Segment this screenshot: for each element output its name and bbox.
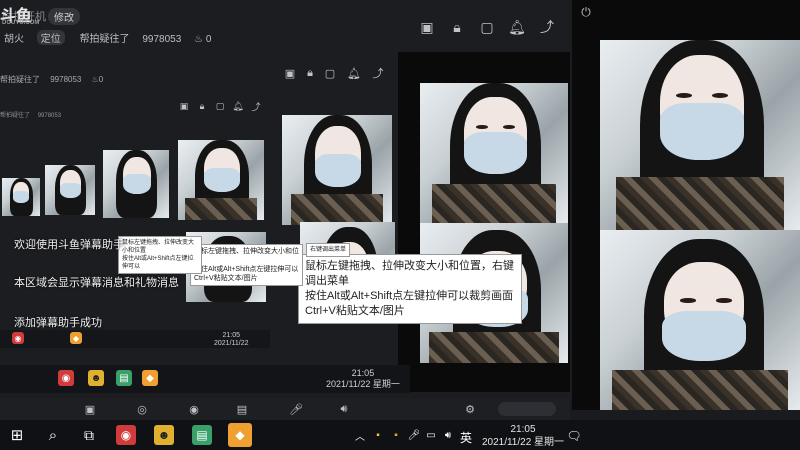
windows-start-icon[interactable]: ⊞ — [8, 426, 26, 444]
netease-music-icon[interactable]: ◉ — [12, 332, 24, 344]
camera-photo-bottom — [600, 230, 800, 410]
volume-icon[interactable]: 🔊︎ — [442, 428, 454, 442]
help-tooltip-nested: 鼠标左键拖拽、拉伸改变大小和位置 按住Alt或Alt+Shift点左键拉伸可以 … — [190, 244, 303, 286]
app-icon[interactable]: ◆ — [70, 332, 82, 344]
camera-photo-nested-5 — [2, 178, 40, 216]
camera-photo-nested-2 — [178, 140, 264, 220]
app-icon[interactable]: ☻ — [88, 370, 104, 386]
camera-icon[interactable]: ◉ — [186, 402, 202, 416]
douyu-taskbar-icon[interactable]: ◆ — [228, 423, 252, 447]
bell-icon[interactable]: 🔔︎ — [347, 66, 361, 80]
search-icon[interactable]: ⌕ — [44, 426, 62, 444]
camera-photo-nested-4 — [45, 165, 95, 215]
help-tooltip-header: 右键调出菜单 — [306, 243, 351, 257]
likes-icon: ♨ — [194, 34, 204, 45]
microphone-icon[interactable]: 🎤︎ — [408, 428, 421, 442]
app-icon[interactable]: ▤ — [116, 370, 132, 386]
danmu-area-info: 本区域会显示弹幕消息和礼物消息 — [14, 277, 179, 289]
volume-icon[interactable]: 🔊︎ — [336, 402, 352, 416]
task-view-icon[interactable]: ⧉ — [80, 426, 98, 444]
netease-music-icon[interactable]: ◉ — [116, 425, 136, 445]
danmu-added: 添加弹幕助手成功 — [14, 317, 102, 329]
help-tooltip: 鼠标左键拖拽、拉伸改变大小和位置，右键调出菜单 按住Alt或Alt+Shift点… — [298, 254, 522, 324]
network-icon[interactable]: ▭ — [425, 428, 437, 442]
settings-icon[interactable]: ⚙ — [462, 402, 478, 416]
netease-music-icon[interactable]: ◉ — [58, 370, 74, 386]
app-icon[interactable]: ▤ — [192, 425, 212, 445]
lock-icon[interactable]: 🔒︎ — [303, 66, 317, 80]
header-row3: 帮拍疑往了 9978053 ♨0 — [0, 75, 104, 84]
help-tooltip-nested-2: 鼠标左键拖拽、拉伸改变大小和位置 按住Alt或Alt+Shift点左键拉伸可以 — [118, 236, 202, 274]
camera-photo-mid-top — [420, 83, 568, 223]
clock-date: 2021/11/22 星期一 — [481, 437, 565, 448]
window-icon[interactable]: ▢ — [323, 66, 337, 80]
tray-app-icon[interactable]: ▪ — [372, 428, 384, 442]
gift-icon[interactable]: ▣ — [418, 18, 436, 36]
app-icon[interactable]: ☻ — [154, 425, 174, 445]
microphone-icon[interactable]: 🎤︎ — [288, 402, 304, 416]
gift-icon[interactable]: ▣ — [283, 66, 297, 80]
window-icon[interactable]: ▢ — [214, 100, 226, 112]
tray-app-icon[interactable]: ▪ — [390, 428, 402, 442]
screen-icon[interactable]: ▤ — [234, 402, 250, 416]
notification-icon[interactable]: 🗨︎ — [566, 428, 582, 444]
camera-photo-nested-3 — [103, 150, 169, 218]
camera-photo-top — [600, 40, 800, 230]
header-row4: 帮拍疑往了 9978053 — [0, 113, 62, 119]
app-icon[interactable]: ◆ — [142, 370, 158, 386]
lock-icon[interactable]: 🔒︎ — [448, 18, 466, 36]
input-method-indicator[interactable]: 英 — [460, 429, 472, 446]
clock-time: 21:05 — [510, 424, 536, 435]
location-badge[interactable]: 定位 — [36, 30, 65, 45]
edit-button[interactable]: 修改 — [48, 8, 80, 25]
share-icon[interactable]: ⤴ — [250, 100, 262, 112]
taskbar-clock[interactable]: 21:05 2021/11/22 星期一 — [478, 423, 568, 449]
bell-icon[interactable]: 🔔︎ — [232, 100, 244, 112]
tray-chevron-icon[interactable]: ︿ — [354, 428, 366, 443]
power-icon[interactable]: ⏻ — [578, 4, 594, 20]
share-icon[interactable]: ⤴ — [538, 18, 556, 36]
gift-icon[interactable]: ▣ — [178, 100, 190, 112]
start-live-button[interactable] — [498, 402, 556, 416]
app-icon[interactable]: ▣ — [82, 402, 98, 416]
mid-clock: 21:05 2021/11/22 星期一 — [326, 368, 400, 389]
title-fragment: 时拍开机 — [2, 11, 46, 23]
record-icon[interactable]: ◎ — [134, 402, 150, 416]
window-icon[interactable]: ▢ — [478, 18, 496, 36]
share-icon[interactable]: ⤴ — [371, 66, 385, 80]
bell-icon[interactable]: 🔔︎ — [508, 18, 526, 36]
header-row2: 胡火 定位 帮拍疑往了 9978053 ♨ 0 — [4, 30, 211, 45]
danmu-welcome: 欢迎使用斗鱼弹幕助手 — [14, 239, 124, 251]
mini-clock: 21:05 2021/11/22 — [214, 332, 249, 347]
camera-photo-nested-1 — [282, 115, 392, 225]
lock-icon[interactable]: 🔒︎ — [196, 100, 208, 112]
